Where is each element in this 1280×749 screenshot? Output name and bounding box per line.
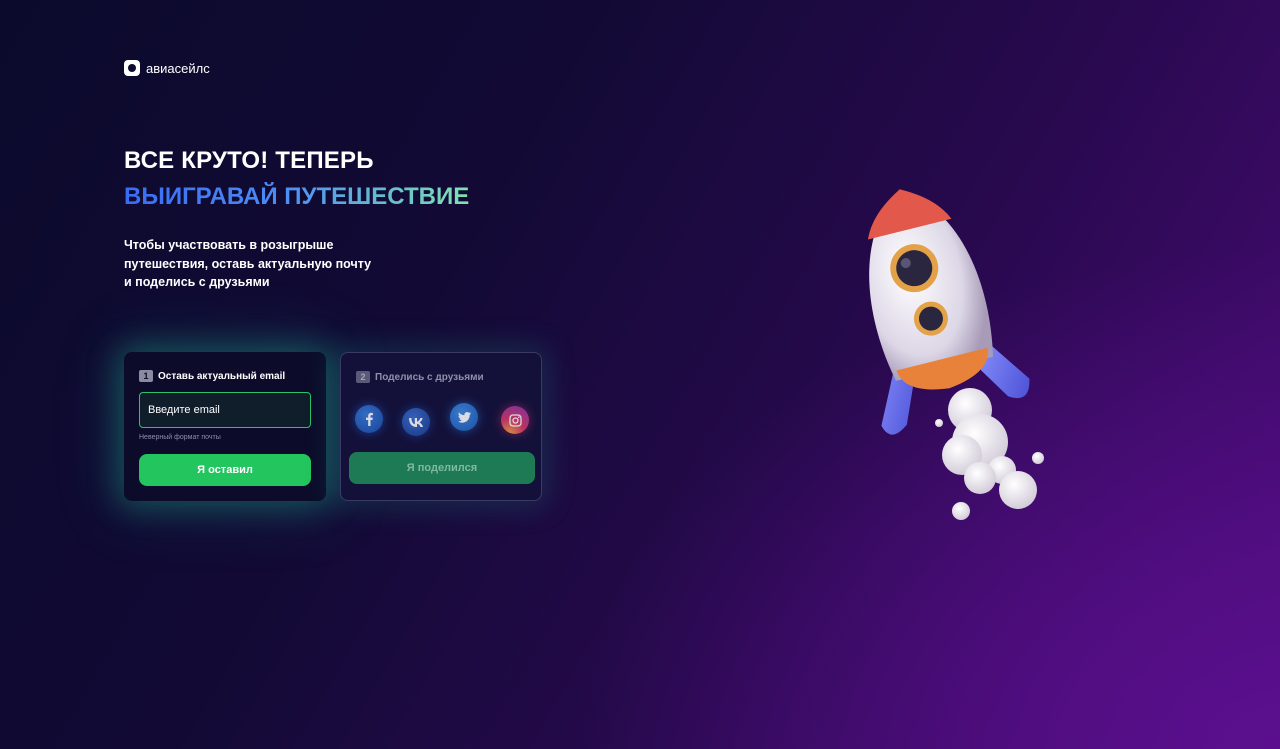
rocket-illustration xyxy=(867,189,1044,520)
email-input[interactable]: Введите email xyxy=(139,392,311,428)
email-step-card: 1 Оставь актуальный email Введите email … xyxy=(124,352,326,501)
brand-name: авиасейлс xyxy=(146,60,210,76)
step-title: Оставь актуальный email xyxy=(158,370,286,382)
email-submit-button[interactable]: Я оставил xyxy=(139,454,311,486)
email-error-text: Неверный формат почты xyxy=(139,434,221,441)
step-number: 1 xyxy=(139,370,153,382)
desc-line: Чтобы участвовать в розыгрыше xyxy=(124,238,334,252)
facebook-icon[interactable] xyxy=(355,405,383,433)
hero-description: Чтобы участвовать в розыгрыше путешестви… xyxy=(124,236,374,292)
twitter-icon[interactable] xyxy=(450,403,478,431)
desc-line: и поделись с друзьями xyxy=(124,275,270,289)
desc-line: путешествия, оставь актуальную почту xyxy=(124,256,372,271)
step-header: 1 Оставь актуальный email xyxy=(139,370,285,382)
shared-confirm-button[interactable]: Я поделился xyxy=(349,452,535,484)
share-step-card: 2 Поделись с друзьями Я поделился xyxy=(340,352,542,501)
step-title: Поделись с друзьями xyxy=(375,371,484,383)
aviasales-logo-icon xyxy=(124,60,140,76)
hero-title-line1: ВСЕ КРУТО! ТЕПЕРЬ xyxy=(124,147,374,174)
brand-logo[interactable]: авиасейлс xyxy=(124,60,210,76)
hero-title-line2: ВЫИГРАВАЙ ПУТЕШЕСТВИЕ xyxy=(124,183,470,210)
vk-icon[interactable] xyxy=(402,408,430,436)
instagram-icon[interactable] xyxy=(501,406,529,434)
step-header: 2 Поделись с друзьями xyxy=(356,371,484,383)
step-number: 2 xyxy=(356,371,370,383)
